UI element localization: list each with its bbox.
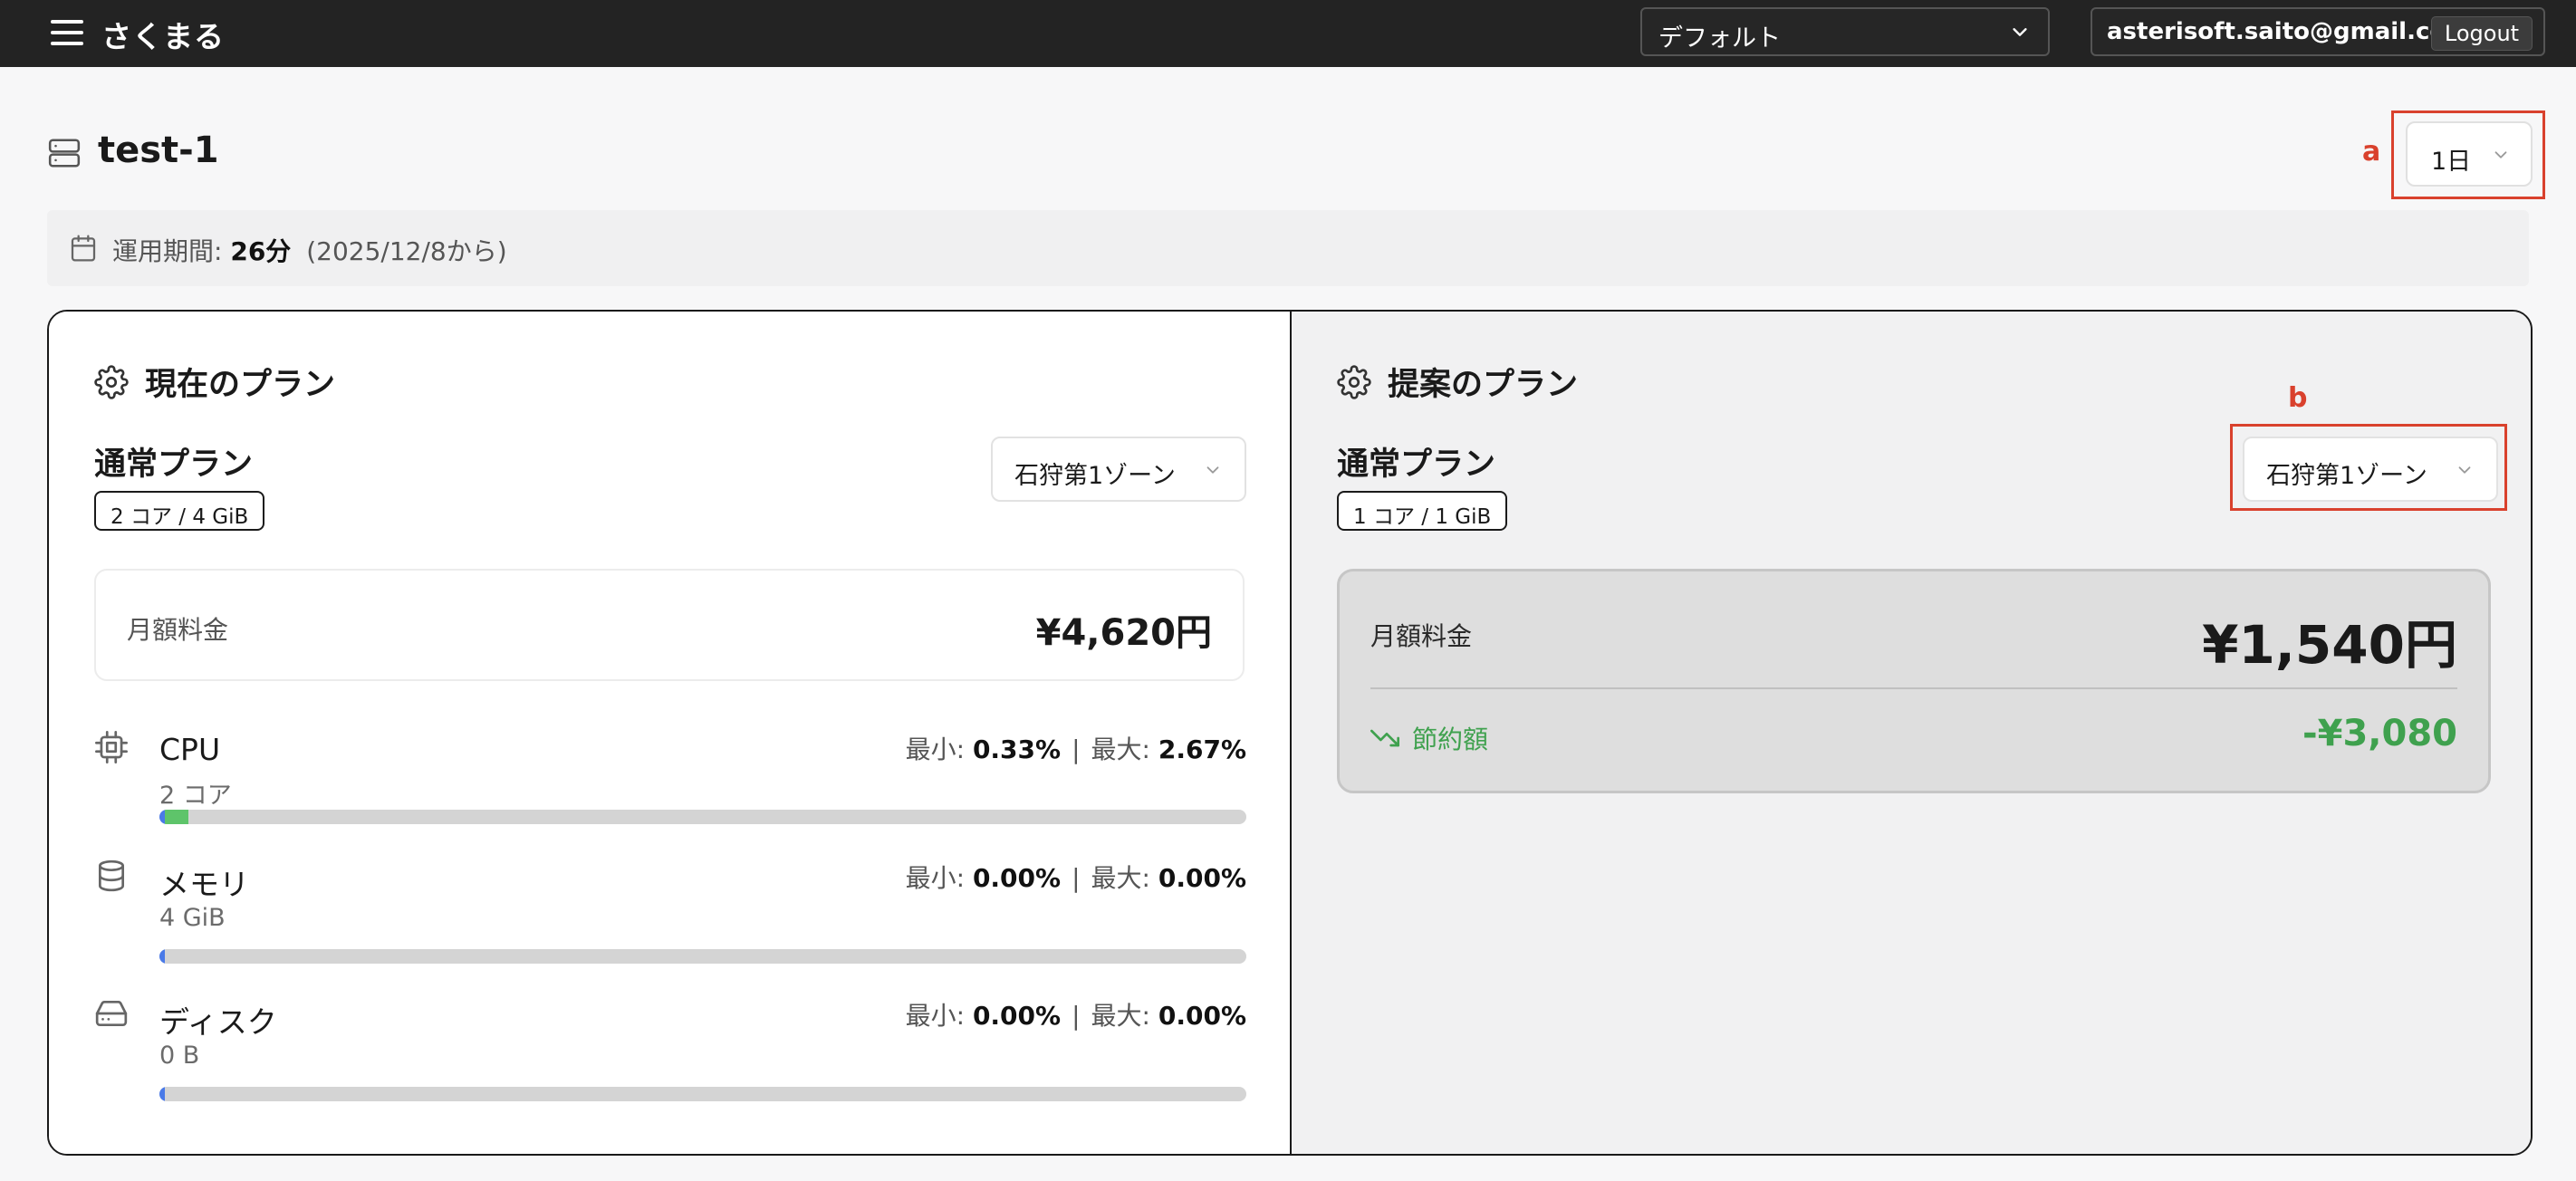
stats-separator: | — [1072, 863, 1081, 893]
min-label: 最小: — [905, 735, 966, 764]
annotation-label-b: b — [2288, 382, 2308, 414]
operation-period-bar: 運用期間: 26分 (2025/12/8から) — [47, 210, 2529, 286]
max-value: 2.67% — [1158, 735, 1246, 764]
monthly-fee-value: ¥4,620円 — [1035, 612, 1212, 654]
metric-name: ディスク — [159, 1004, 277, 1040]
period-label: 運用期間: — [112, 236, 223, 266]
savings-label: 節約額 — [1370, 720, 1488, 756]
max-label: 最大: — [1091, 735, 1150, 764]
menu-icon[interactable] — [51, 18, 83, 49]
plan-comparison: 現在のプラン 通常プラン 2 コア / 4 GiB 石狩第1ゾーン 月額料金 ¥… — [47, 310, 2533, 1156]
max-label: 最大: — [1091, 863, 1150, 893]
usage-min-marker — [159, 1087, 165, 1101]
proposed-plan-spec-badge: 1 コア / 1 GiB — [1337, 491, 1508, 531]
metric-stats: 最小: 0.33% | 最大: 2.67% — [906, 730, 1246, 766]
time-range-value: 1日 — [2431, 148, 2472, 176]
metric-sub: 0 B — [159, 1042, 200, 1070]
database-icon — [98, 859, 125, 892]
time-range-select[interactable]: 1日 — [2406, 121, 2533, 187]
chevron-down-icon — [2458, 466, 2471, 474]
usage-bar-fill — [159, 949, 165, 964]
max-value: 0.00% — [1158, 863, 1246, 893]
current-plan-name: 通常プラン — [94, 446, 254, 483]
annotation-label-a: a — [2362, 136, 2381, 168]
usage-min-marker — [159, 949, 165, 964]
proposed-fee-box: 月額料金 ¥1,540円 節約額 -¥3,080 — [1337, 569, 2491, 793]
metric-name: CPU — [159, 732, 221, 767]
user-email: asterisoft.saito@gmail.com — [2107, 18, 2471, 45]
trending-down-icon — [1370, 729, 1399, 747]
usage-bar — [159, 1087, 1246, 1101]
cpu-metric: CPU 2 コア 最小: 0.33% | 最大: 2.67% — [94, 730, 1246, 848]
max-value: 0.00% — [1158, 1001, 1246, 1031]
proposed-plan-heading: 提案のプラン — [1388, 367, 1579, 403]
max-label: 最大: — [1091, 1001, 1150, 1031]
usage-bar-fill — [159, 1087, 165, 1101]
monthly-fee-label: 月額料金 — [1370, 621, 1473, 651]
stats-separator: | — [1072, 735, 1081, 764]
monthly-fee-label: 月額料金 — [127, 615, 229, 645]
current-monthly-fee-box: 月額料金 ¥4,620円 — [94, 569, 1245, 681]
top-bar: さくまる デフォルト asterisoft.saito@gmail.com Lo… — [0, 0, 2576, 67]
period-since: (2025/12/8から) — [306, 236, 507, 266]
calendar-icon — [71, 235, 96, 262]
divider — [1370, 687, 2457, 689]
page-title: test-1 — [98, 130, 219, 171]
gear-icon — [1337, 364, 1371, 399]
current-zone-select[interactable]: 石狩第1ゾーン — [991, 437, 1246, 502]
usage-bar — [159, 949, 1246, 964]
proposed-plan-panel: 提案のプラン 通常プラン 1 コア / 1 GiB b 石狩第1ゾーン 月額料金… — [1292, 312, 2531, 1154]
current-plan-panel: 現在のプラン 通常プラン 2 コア / 4 GiB 石狩第1ゾーン 月額料金 ¥… — [49, 312, 1292, 1154]
environment-select[interactable]: デフォルト — [1640, 7, 2050, 56]
chevron-down-icon — [2013, 28, 2027, 36]
cpu-chip-icon — [95, 731, 128, 763]
proposed-zone-value: 石狩第1ゾーン — [2266, 462, 2427, 490]
usage-bar-fill — [159, 810, 189, 824]
metric-stats: 最小: 0.00% | 最大: 0.00% — [906, 859, 1246, 895]
current-plan-heading: 現在のプラン — [145, 367, 336, 403]
chevron-down-icon — [2494, 151, 2507, 158]
logout-button[interactable]: Logout — [2431, 16, 2533, 51]
metric-stats: 最小: 0.00% | 最大: 0.00% — [906, 996, 1246, 1032]
usage-range-marker — [165, 810, 189, 824]
min-value: 0.00% — [972, 863, 1062, 893]
usage-bar — [159, 810, 1246, 824]
metric-sub: 4 GiB — [159, 904, 226, 932]
user-box: asterisoft.saito@gmail.com Logout — [2091, 7, 2545, 56]
current-plan-spec-badge: 2 コア / 4 GiB — [94, 491, 265, 531]
proposed-plan-name: 通常プラン — [1337, 446, 1496, 483]
metric-sub: 2 コア — [159, 782, 232, 810]
server-icon — [48, 139, 81, 168]
app-title[interactable]: さくまる — [101, 13, 225, 56]
chevron-down-icon — [1206, 466, 1219, 474]
disk-metric: ディスク 0 B 最小: 0.00% | 最大: 0.00% — [94, 996, 1246, 1114]
min-label: 最小: — [905, 863, 966, 893]
operation-period-text: 運用期間: 26分 (2025/12/8から) — [112, 232, 507, 268]
memory-metric: メモリ 4 GiB 最小: 0.00% | 最大: 0.00% — [94, 859, 1246, 976]
min-label: 最小: — [905, 1001, 966, 1031]
gear-icon — [94, 364, 129, 399]
metric-name: メモリ — [159, 867, 249, 902]
min-value: 0.33% — [972, 735, 1062, 764]
current-zone-value: 石狩第1ゾーン — [1014, 462, 1176, 490]
hard-drive-icon — [95, 1000, 128, 1027]
monthly-fee-value: ¥1,540円 — [2202, 614, 2457, 676]
savings-value: -¥3,080 — [2302, 713, 2457, 754]
proposed-zone-select[interactable]: 石狩第1ゾーン — [2243, 437, 2498, 502]
stats-separator: | — [1072, 1001, 1081, 1031]
min-value: 0.00% — [972, 1001, 1062, 1031]
savings-label-text: 節約額 — [1412, 725, 1489, 754]
period-duration: 26分 — [230, 236, 292, 266]
environment-select-value: デフォルト — [1658, 24, 1781, 53]
